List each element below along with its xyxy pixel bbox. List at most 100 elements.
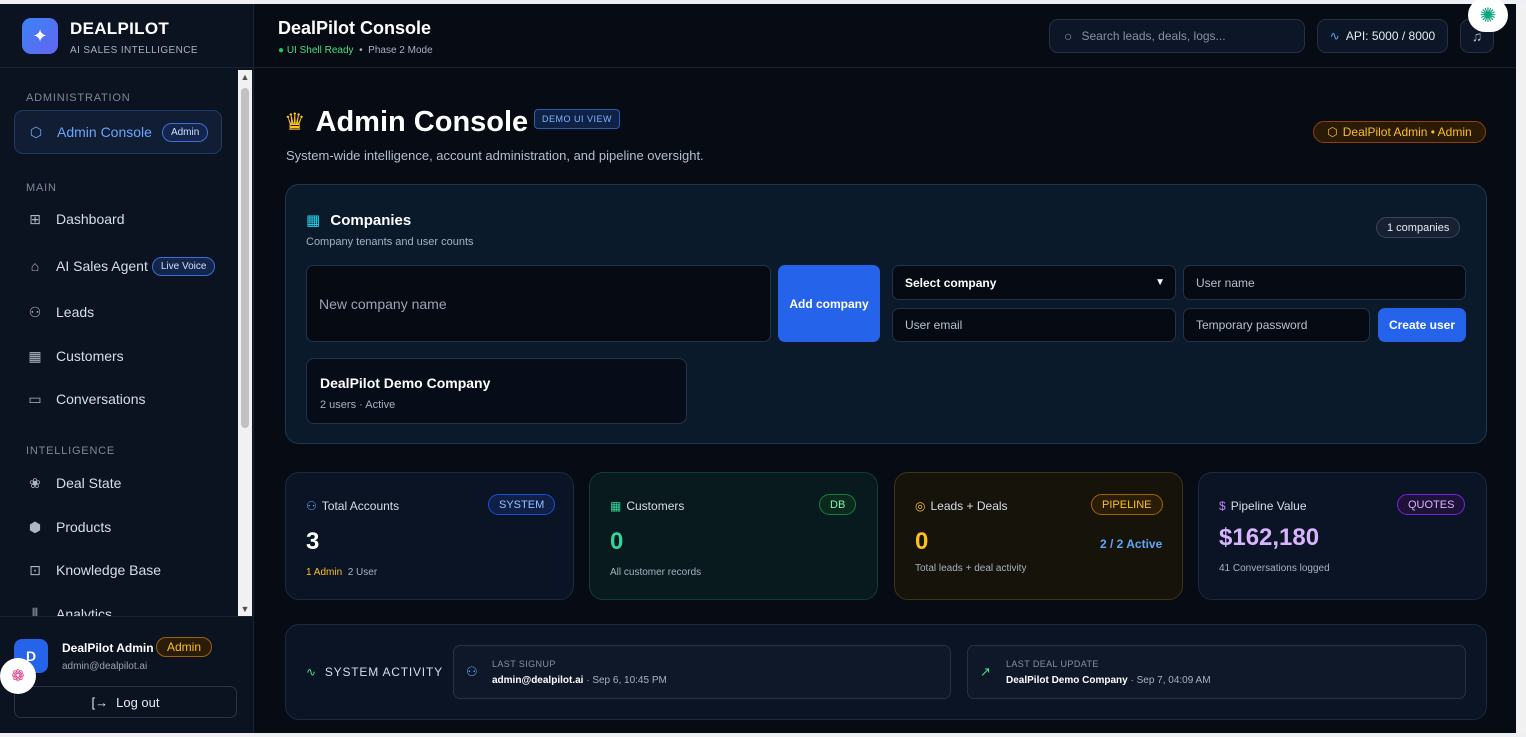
stat-label: ◎ Leads + Deals <box>915 499 1008 513</box>
user-role-badge: Admin <box>156 637 213 657</box>
stat-card-customers: ▦ Customers DB 0 All customer records <box>589 472 878 600</box>
book-icon: ⊡ <box>29 561 41 578</box>
quotes-badge: QUOTES <box>1397 494 1466 515</box>
admin-identity-text: DealPilot Admin • Admin <box>1342 125 1472 139</box>
sidebar-item-label: Knowledge Base <box>56 562 162 578</box>
logout-button[interactable]: [→ Log out <box>14 686 237 718</box>
sidebar-item-label: Deal State <box>56 475 122 491</box>
building-icon: ▦ <box>306 212 321 229</box>
last-deal-time: · Sep 7, 04:09 AM <box>1130 675 1211 686</box>
stat-value: 0 <box>610 528 624 555</box>
dollar-icon: $ <box>1219 499 1226 513</box>
section-main: MAIN <box>26 182 57 194</box>
search-input[interactable]: ○ Search leads, deals, logs... <box>1049 19 1305 53</box>
bot-icon: ⌂ <box>30 258 40 274</box>
sidebar-item-products[interactable]: ⬢ Products <box>14 507 222 547</box>
stat-foot: 1 Admin 2 User <box>306 567 377 578</box>
status-text: UI Shell Ready <box>286 45 354 56</box>
section-administration: ADMINISTRATION <box>26 92 131 104</box>
section-intelligence: INTELLIGENCE <box>26 445 116 457</box>
search-placeholder: Search leads, deals, logs... <box>1081 29 1226 43</box>
app-window: ✦ DEALPILOT AI SALES INTELLIGENCE ADMINI… <box>0 0 1526 733</box>
sidebar-item-knowledge-base[interactable]: ⊡ Knowledge Base <box>14 550 222 590</box>
create-user-button[interactable]: Create user <box>1378 308 1466 342</box>
user-name-input[interactable]: User name <box>1183 265 1466 300</box>
stat-label: $ Pipeline Value <box>1219 499 1307 513</box>
scroll-down-icon[interactable]: ▼ <box>240 604 250 614</box>
search-icon: ○ <box>1064 28 1073 44</box>
sidebar-item-label: AI Sales Agent <box>56 258 148 274</box>
scrollbar-thumb[interactable] <box>241 88 249 428</box>
openai-extension-icon[interactable]: ✺ <box>1468 0 1508 32</box>
sidebar-item-leads[interactable]: ⚇ Leads <box>14 292 222 332</box>
last-signup-email: admin@dealpilot.ai <box>492 675 584 686</box>
companies-title: ▦ Companies <box>306 211 411 229</box>
user-email-input[interactable]: User email <box>892 308 1176 342</box>
companies-count-badge: 1 companies <box>1376 217 1461 238</box>
admin-badge: Admin <box>161 122 209 142</box>
page-title: ♛ Admin Console <box>284 106 528 139</box>
stat-label-text: Leads + Deals <box>930 499 1008 513</box>
stat-label-text: Customers <box>626 499 685 513</box>
page-subtitle: System-wide intelligence, account admini… <box>286 148 704 163</box>
stat-value: 0 <box>915 528 929 555</box>
grid-icon: ⊞ <box>29 210 41 227</box>
company-name: DealPilot Demo Company <box>320 375 491 391</box>
sidebar-item-admin-console[interactable]: ⬡ Admin Console Admin <box>14 110 222 154</box>
stat-label-text: Pipeline Value <box>1230 499 1307 513</box>
sidebar-item-ai-sales-agent[interactable]: ⌂ AI Sales Agent Live Voice <box>14 246 222 286</box>
stat-card-total-accounts: ⚇ Total Accounts SYSTEM 3 1 Admin 2 User <box>285 472 574 600</box>
system-activity-text: SYSTEM ACTIVITY <box>324 665 443 679</box>
api-usage-button[interactable]: ∿ API: 5000 / 8000 <box>1317 19 1448 53</box>
stat-label-text: Total Accounts <box>321 499 400 513</box>
chart-icon: ⫼ <box>31 605 39 617</box>
target-icon: ◎ <box>915 499 926 513</box>
system-activity-card: ∿ SYSTEM ACTIVITY ⚇ LAST SIGNUP admin@dea… <box>285 624 1487 720</box>
brand: ✦ DEALPILOT AI SALES INTELLIGENCE <box>0 4 254 68</box>
sidebar: ✦ DEALPILOT AI SALES INTELLIGENCE ADMINI… <box>0 4 254 733</box>
temp-password-input[interactable]: Temporary password <box>1183 308 1370 342</box>
sidebar-item-label: Products <box>56 519 112 535</box>
console-title: DealPilot Console <box>278 18 432 38</box>
system-activity-label: ∿ SYSTEM ACTIVITY <box>306 665 443 679</box>
last-deal-text: DealPilot Demo Company · Sep 7, 04:09 AM <box>1006 675 1211 686</box>
sidebar-nav: ADMINISTRATION ⬡ Admin Console Admin MAI… <box>0 70 238 616</box>
sidebar-item-customers[interactable]: ▦ Customers <box>14 336 222 376</box>
sparkle-logo-icon[interactable]: ✦ <box>22 18 58 54</box>
logout-label: Log out <box>116 694 160 710</box>
chevron-down-icon: ▼ <box>1155 277 1165 288</box>
sidebar-item-analytics[interactable]: ⫼ Analytics <box>14 594 222 617</box>
company-list-item[interactable]: DealPilot Demo Company 2 users · Active <box>306 358 687 424</box>
page-title-text: Admin Console <box>315 106 529 138</box>
sidebar-item-conversations[interactable]: ▭ Conversations <box>14 379 222 419</box>
companies-subtitle: Company tenants and user counts <box>306 236 474 248</box>
admin-identity-badge: ⬡ DealPilot Admin • Admin <box>1313 121 1486 143</box>
stat-value: 3 <box>306 528 320 555</box>
shield-icon: ⬡ <box>1327 125 1338 139</box>
sidebar-item-dashboard[interactable]: ⊞ Dashboard <box>14 199 222 239</box>
sidebar-scrollbar[interactable]: ▲ ▼ <box>238 70 252 616</box>
select-company-dropdown[interactable]: Select company ▼ <box>892 265 1176 300</box>
stat-foot: Total leads + deal activity <box>915 563 1027 574</box>
page-scrollbar[interactable] <box>1516 4 1526 733</box>
last-deal-label: LAST DEAL UPDATE <box>1006 659 1099 669</box>
pipeline-badge: PIPELINE <box>1091 494 1163 515</box>
scroll-up-icon[interactable]: ▲ <box>240 72 250 82</box>
chat-icon: ▭ <box>28 390 42 407</box>
sidebar-item-deal-state[interactable]: ❀ Deal State <box>14 463 222 503</box>
sidebar-item-label: Customers <box>56 348 124 364</box>
add-company-button[interactable]: Add company <box>778 265 880 342</box>
live-voice-badge: Live Voice <box>151 256 216 276</box>
main-content: ♛ Admin Console DEMO UI VIEW System-wide… <box>254 68 1516 733</box>
last-deal-update-box: ↗ LAST DEAL UPDATE DealPilot Demo Compan… <box>967 645 1466 699</box>
admin-count: 1 Admin <box>306 567 343 578</box>
stat-value: $162,180 <box>1219 524 1320 551</box>
select-company-value: Select company <box>905 275 997 290</box>
companies-title-text: Companies <box>330 212 412 229</box>
last-signup-text: admin@dealpilot.ai · Sep 6, 10:45 PM <box>492 675 667 686</box>
building-icon: ▦ <box>610 499 622 513</box>
new-company-input[interactable]: New company name <box>306 265 771 342</box>
stat-label: ⚇ Total Accounts <box>306 499 399 513</box>
extension-brain-icon[interactable]: ❁ <box>0 658 36 694</box>
mode-text: Phase 2 Mode <box>368 45 433 56</box>
